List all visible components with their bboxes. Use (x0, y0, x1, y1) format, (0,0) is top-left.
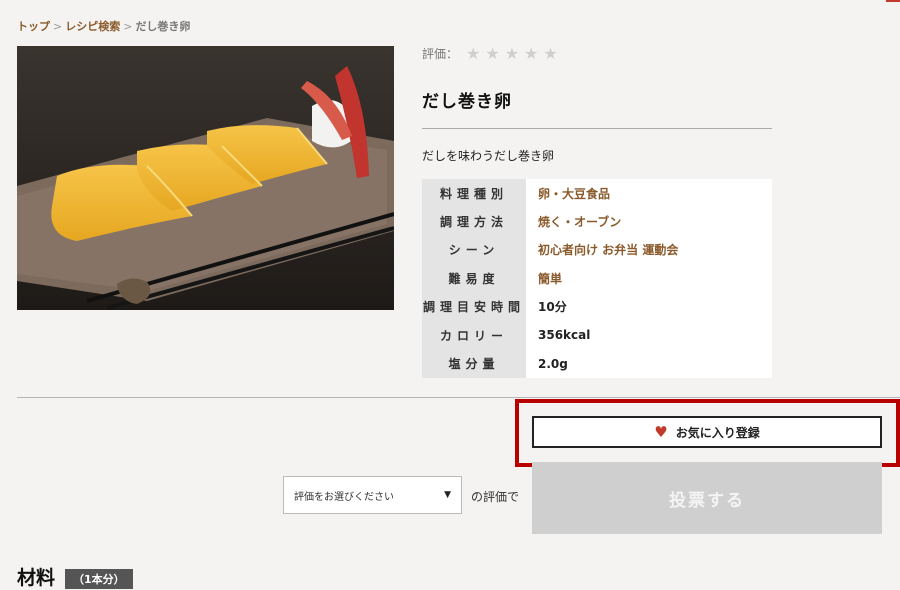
favorite-label: お気に入り登録 (675, 425, 760, 440)
info-value-link[interactable]: 焼く・オーブン (526, 207, 772, 236)
breadcrumb-current: だし巻き卵 (135, 20, 191, 33)
breadcrumb-separator: > (123, 20, 133, 33)
rating-select[interactable]: 評価をお選びください ▼ (283, 476, 462, 514)
info-label: 調理方法 (422, 207, 526, 236)
recipe-photo (17, 46, 394, 310)
star-icon: ★ (543, 43, 558, 63)
table-row: シーン 初心者向け お弁当 運動会 (422, 235, 772, 265)
info-label: 料理種別 (422, 179, 526, 208)
serving-badge: （1本分） (65, 568, 133, 589)
corner-accent (886, 0, 900, 2)
info-value: 10分 (526, 292, 772, 321)
table-row: 調理目安時間 10分 (422, 292, 772, 321)
recipe-info-table: 料理種別 卵・大豆食品 調理方法 焼く・オーブン シーン 初心者向け お弁当 運… (422, 179, 772, 378)
section-divider (17, 397, 900, 398)
info-value-link[interactable]: 卵・大豆食品 (526, 179, 772, 208)
breadcrumb-home-link[interactable]: トップ (17, 20, 50, 33)
table-row: 難易度 簡単 (422, 264, 772, 293)
vote-button[interactable]: 投票する (532, 462, 882, 534)
info-value-link[interactable]: 初心者向け お弁当 運動会 (526, 235, 772, 265)
recipe-description: だしを味わうだし巻き卵 (422, 149, 555, 163)
star-icon: ★ (524, 43, 539, 63)
ingredients-title: 材料 (17, 567, 56, 589)
info-label: シーン (422, 235, 526, 265)
rating-select-value: 評価をお選びください (294, 491, 394, 503)
info-label: カロリー (422, 320, 526, 350)
triangle-down-icon: ▼ (444, 490, 451, 500)
info-label: 調理目安時間 (422, 292, 526, 321)
info-label: 難易度 (422, 264, 526, 293)
ingredients-heading: 材料 （1本分） (17, 563, 133, 590)
info-value-link[interactable]: 簡単 (526, 264, 772, 293)
title-divider (422, 128, 772, 129)
breadcrumb-search-link[interactable]: レシピ検索 (65, 20, 120, 33)
recipe-title: だし巻き卵 (422, 92, 512, 112)
table-row: 塩分量 2.0g (422, 349, 772, 378)
star-icon: ★ (504, 43, 520, 63)
rating-label: 評価： (422, 47, 459, 61)
breadcrumb-separator: > (53, 20, 63, 33)
rating-suffix: の評価で (471, 490, 520, 504)
breadcrumb: トップ > レシピ検索 > だし巻き卵 (17, 18, 190, 34)
table-row: カロリー 356kcal (422, 320, 772, 350)
info-label: 塩分量 (422, 349, 526, 378)
table-row: 料理種別 卵・大豆食品 (422, 179, 772, 208)
heart-icon: ♥ (654, 422, 668, 441)
info-value: 356kcal (526, 320, 772, 350)
table-row: 調理方法 焼く・オーブン (422, 207, 772, 236)
star-icon: ★ (466, 43, 481, 63)
info-value: 2.0g (526, 349, 772, 378)
rating: 評価： ★ ★ ★ ★ ★ (422, 45, 563, 62)
star-icon: ★ (485, 43, 500, 63)
favorite-button[interactable]: ♥ お気に入り登録 (532, 416, 882, 448)
